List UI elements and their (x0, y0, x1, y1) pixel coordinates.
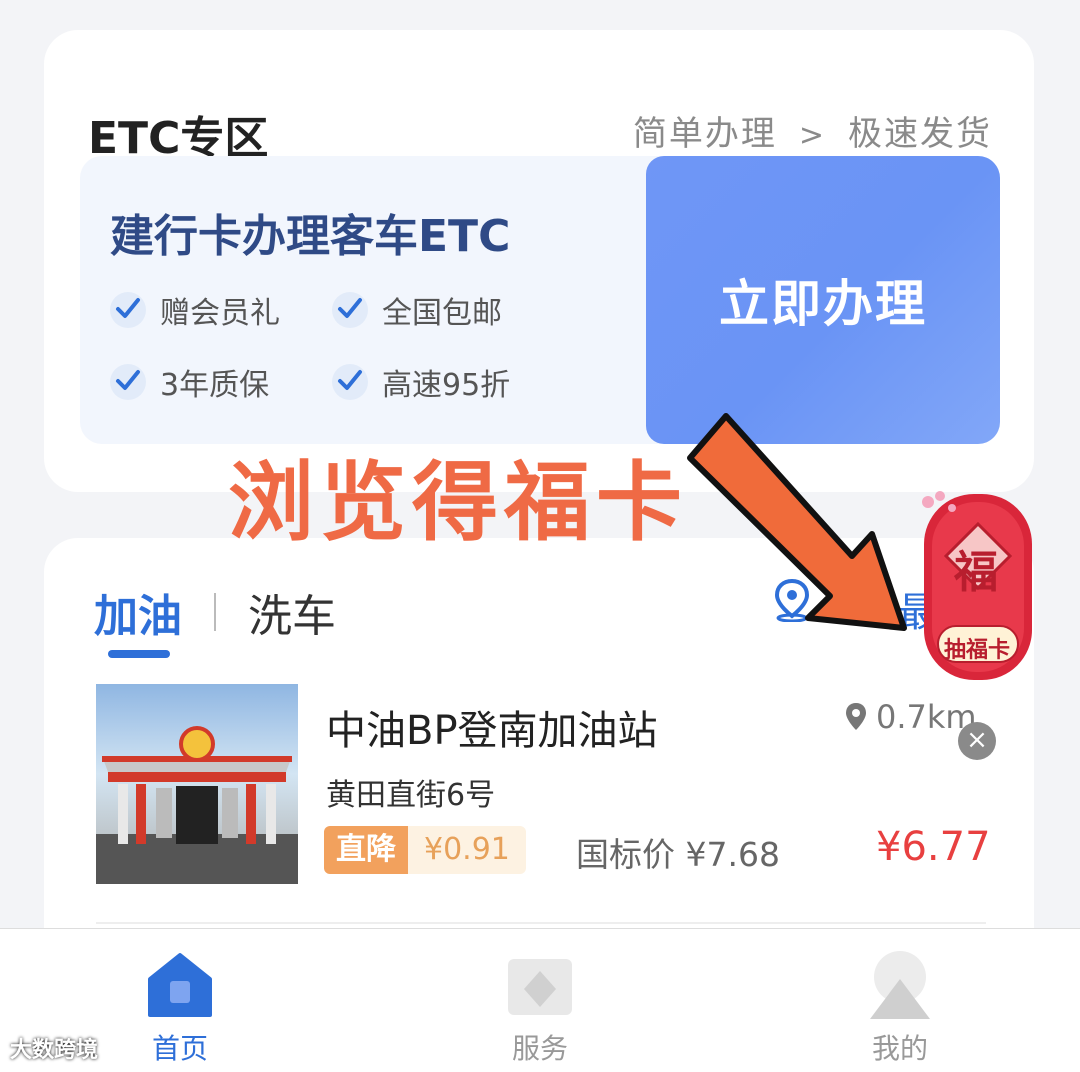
list-divider (96, 922, 986, 924)
bottom-nav: 首页 服务 我的 (0, 928, 1080, 1072)
station-thumbnail[interactable] (96, 684, 298, 884)
arrow-annotation-icon (687, 413, 907, 631)
etc-step-separator: > (798, 118, 826, 153)
standard-price: 国标价 ¥7.68 (576, 835, 780, 874)
discount-label: 直降 (324, 826, 408, 874)
service-tabs: 加油 洗车 (94, 580, 336, 658)
etc-promo-title: 建行卡办理客车ETC (110, 211, 511, 262)
discount-badge: 直降 ¥0.91 (324, 826, 526, 874)
check-icon (110, 364, 146, 400)
tab-divider (214, 593, 216, 631)
etc-step-fast: 极速发货 (848, 114, 992, 154)
feature-free-shipping: 全国包邮 (332, 288, 502, 332)
fu-draw-label: 抽福卡 (944, 638, 1011, 663)
apply-now-button[interactable]: 立即办理 (646, 156, 1000, 444)
map-pin-icon (846, 703, 866, 730)
service-icon (504, 949, 576, 1021)
station-name[interactable]: 中油BP登南加油站 (326, 698, 658, 756)
nav-mine[interactable]: 我的 (840, 949, 960, 1067)
home-icon (144, 949, 216, 1021)
feature-highway-discount: 高速95折 (332, 360, 510, 404)
check-icon (332, 364, 368, 400)
discounted-price: ¥6.77 (876, 824, 991, 870)
profile-icon (864, 949, 936, 1021)
active-tab-indicator (108, 650, 170, 658)
close-icon[interactable]: × (958, 722, 996, 760)
fu-character: 福 (954, 547, 998, 598)
promo-overlay-caption: 浏览得福卡 (228, 452, 688, 553)
nav-service[interactable]: 服务 (480, 949, 600, 1067)
tab-fuel[interactable]: 加油 (94, 580, 182, 658)
station-address: 黄田直街6号 (326, 778, 496, 813)
tab-car-wash[interactable]: 洗车 (248, 580, 336, 644)
feature-gift: 赠会员礼 (110, 288, 280, 332)
etc-step-simple: 简单办理 (632, 114, 777, 154)
fu-card-widget[interactable]: 福 抽福卡 (918, 488, 1038, 684)
station-distance: 0.7km (844, 698, 977, 736)
check-icon (332, 292, 368, 328)
etc-promo-banner[interactable]: 建行卡办理客车ETC 赠会员礼 全国包邮 3年质保 高速95折 立即办理 (80, 156, 1000, 444)
check-icon (110, 292, 146, 328)
etc-process-hint: 简单办理 > 极速发货 (633, 106, 992, 155)
discount-value: ¥0.91 (408, 826, 526, 874)
feature-warranty: 3年质保 (110, 360, 269, 404)
nav-home[interactable]: 首页 (120, 949, 240, 1067)
watermark: 大数跨境 (10, 1038, 99, 1063)
